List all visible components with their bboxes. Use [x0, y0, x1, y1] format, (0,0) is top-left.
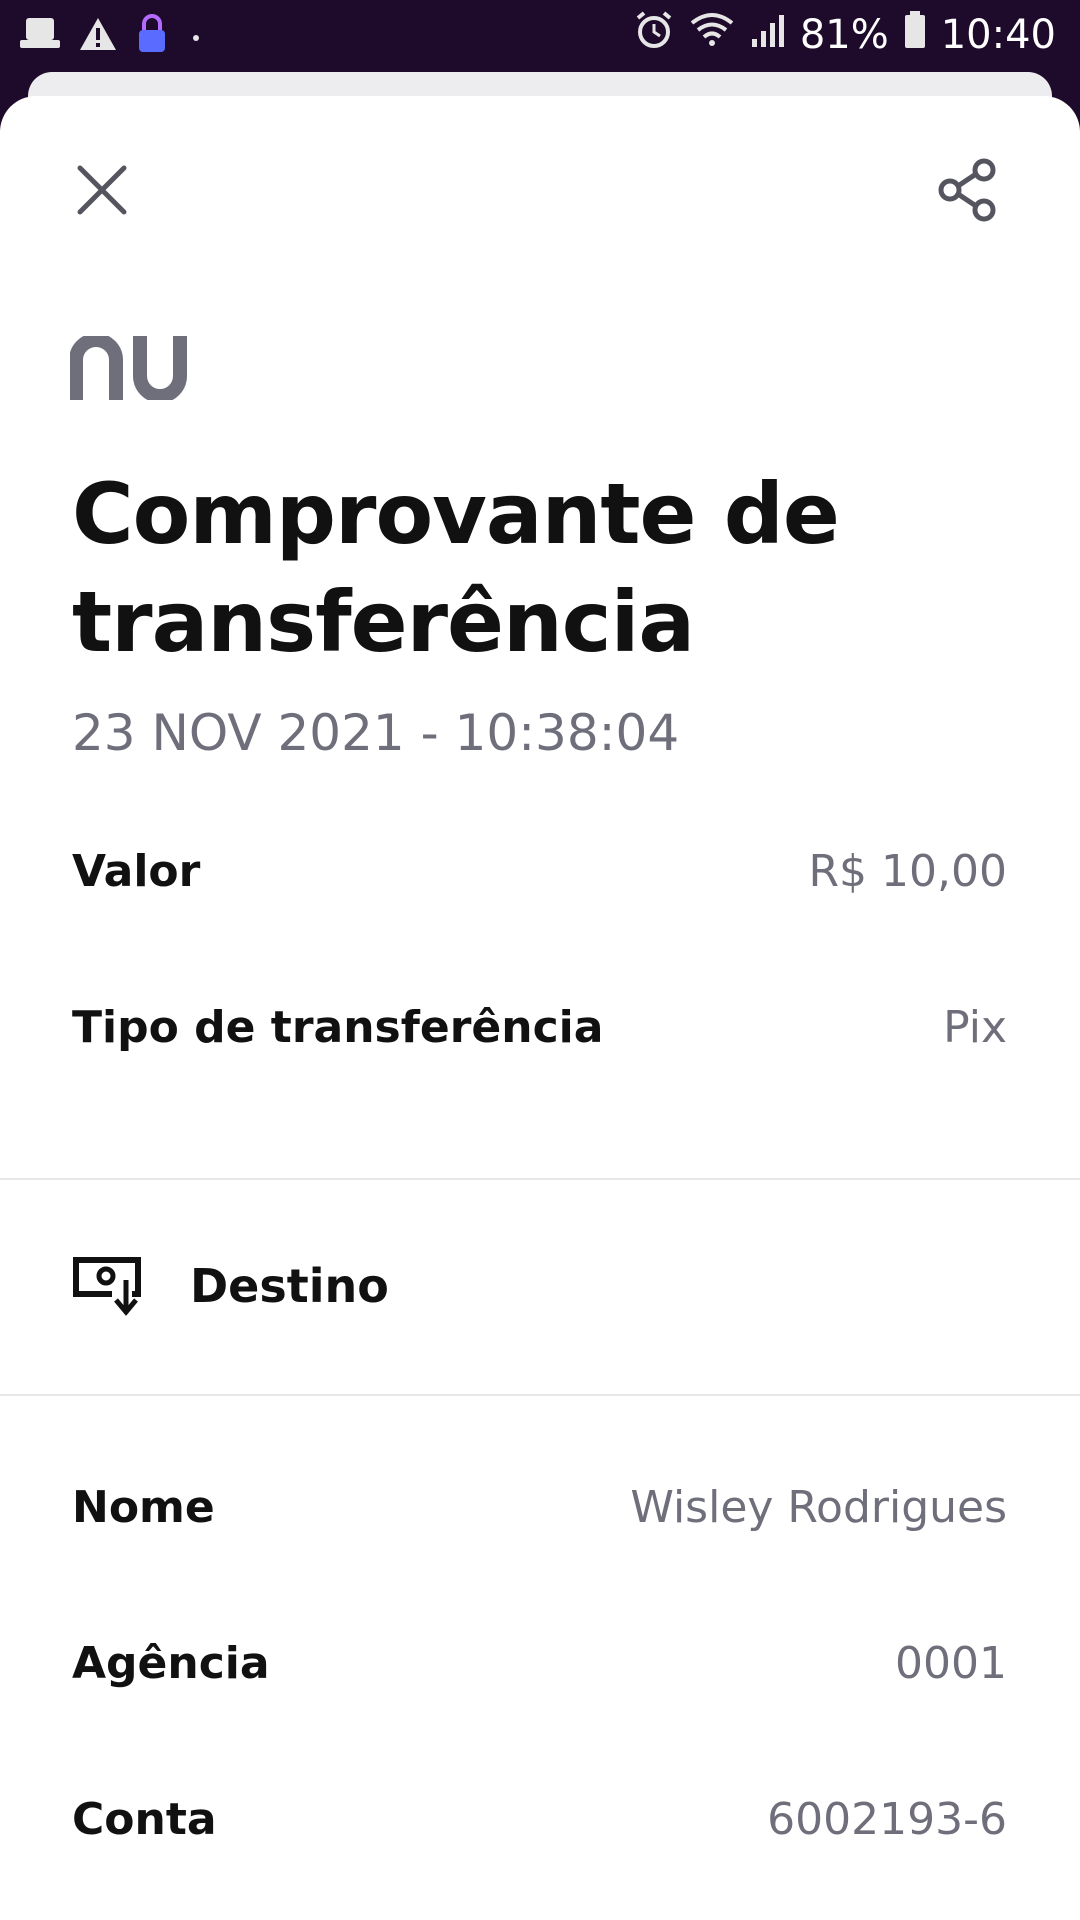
battery-icon — [903, 10, 927, 60]
destination-row-conta: Conta 6002193-6 — [72, 1784, 1007, 1854]
field-label: Nome — [72, 1481, 215, 1533]
status-bar: 81% 10:40 — [0, 0, 1080, 76]
destination-header: Destino — [72, 1246, 389, 1326]
field-value: 6002193-6 — [767, 1793, 1007, 1845]
close-button[interactable] — [62, 150, 142, 230]
detail-row-valor: Valor R$ 10,00 — [72, 836, 1007, 906]
field-label: Agência — [72, 1637, 270, 1689]
warning-icon — [78, 16, 118, 57]
transfer-datetime: 23 NOV 2021 - 10:38:04 — [72, 704, 680, 762]
alarm-icon — [634, 10, 674, 60]
nubank-logo — [69, 333, 192, 405]
destination-row-agencia: Agência 0001 — [72, 1628, 1007, 1698]
divider — [0, 1394, 1080, 1396]
field-value: 0001 — [895, 1637, 1007, 1689]
field-label: Conta — [72, 1793, 217, 1845]
destination-title: Destino — [190, 1259, 389, 1313]
signal-icon — [750, 11, 786, 59]
clock: 10:40 — [940, 12, 1056, 58]
detail-row-tipo: Tipo de transferência Pix — [72, 992, 1007, 1062]
detail-label: Valor — [72, 845, 201, 897]
divider — [0, 1178, 1080, 1180]
receipt-sheet: Comprovante de transferência 23 NOV 2021… — [0, 96, 1080, 1920]
status-notifications — [20, 14, 206, 59]
page-title: Comprovante de transferência — [72, 465, 840, 671]
wifi-icon — [688, 11, 736, 59]
destination-row-nome: Nome Wisley Rodrigues — [72, 1472, 1007, 1542]
transfer-in-icon — [73, 1257, 141, 1316]
close-icon — [77, 165, 127, 215]
dot-icon — [186, 24, 206, 49]
detail-value: R$ 10,00 — [808, 845, 1007, 897]
detail-label: Tipo de transferência — [72, 1001, 604, 1053]
status-system: 81% 10:40 — [634, 10, 1056, 60]
field-value: Wisley Rodrigues — [630, 1481, 1007, 1533]
lock-icon — [136, 14, 168, 59]
battery-percent: 81% — [799, 12, 889, 58]
share-button[interactable] — [928, 148, 1012, 232]
detail-value: Pix — [943, 1001, 1007, 1053]
hat-icon — [20, 16, 60, 57]
share-icon — [938, 158, 996, 222]
